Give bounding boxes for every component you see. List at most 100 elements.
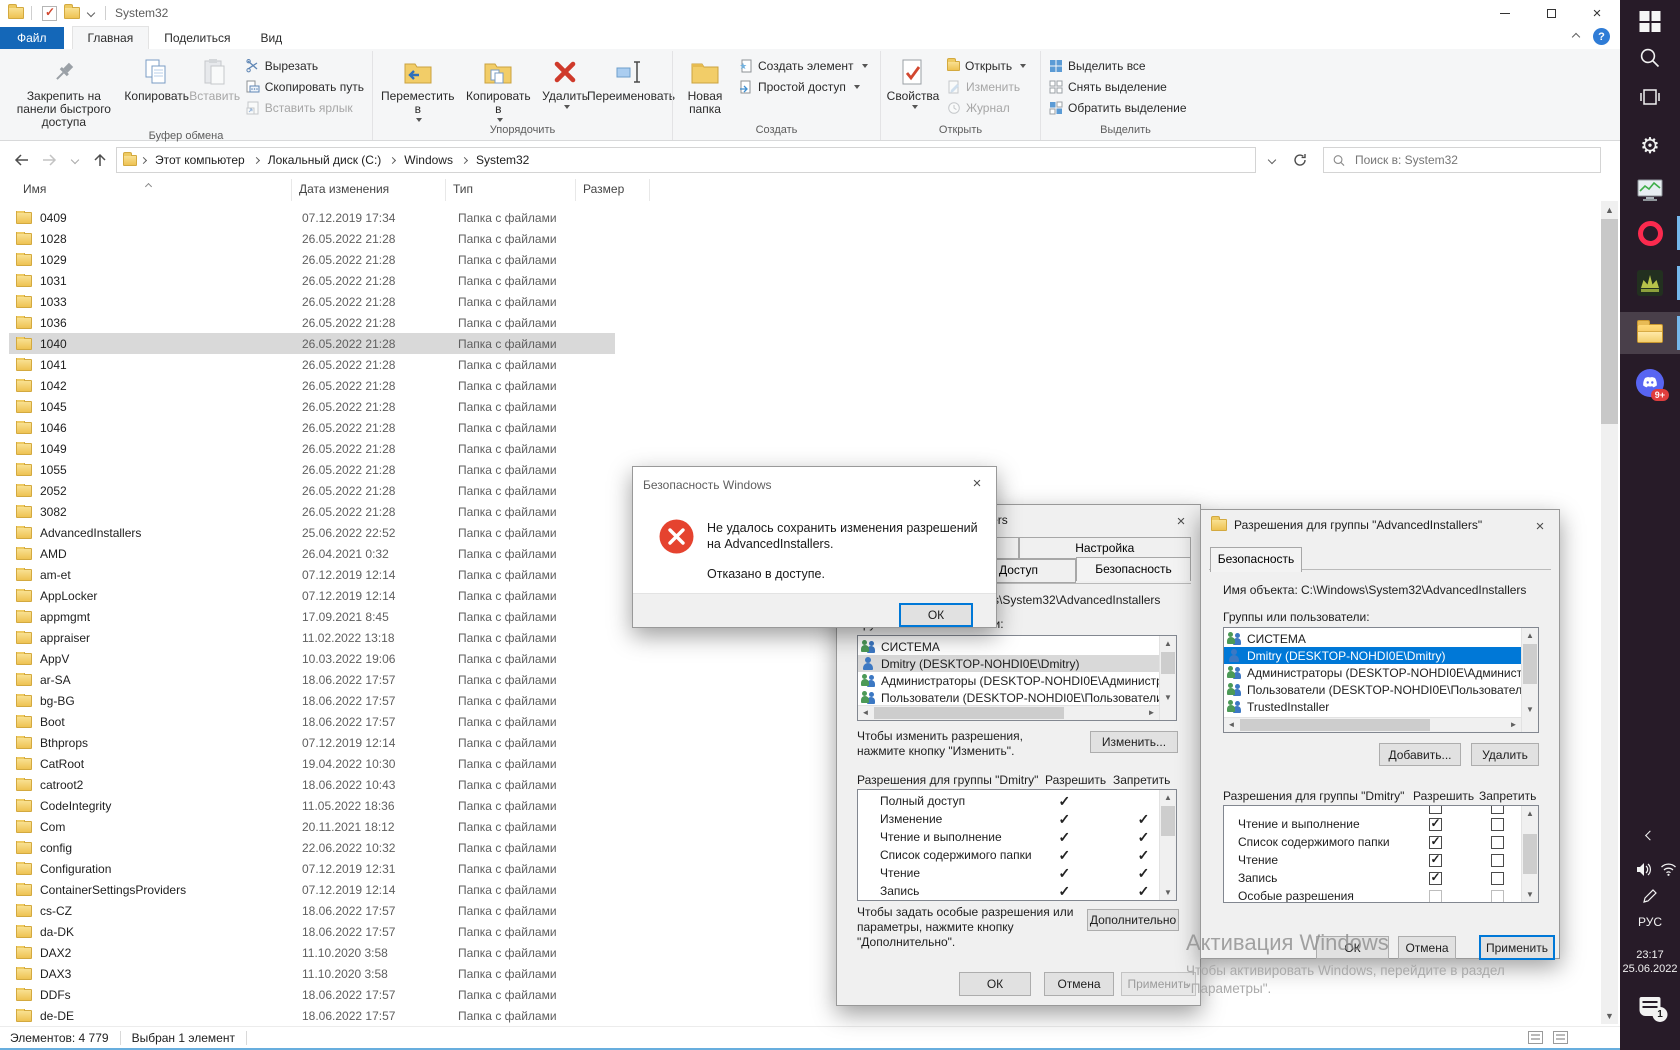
- ok-button[interactable]: ОК: [1316, 936, 1389, 959]
- tab-view[interactable]: Вид: [245, 27, 297, 49]
- invert-selection-button[interactable]: Обратить выделение: [1044, 97, 1192, 118]
- taskbar-app-opera[interactable]: [1620, 212, 1680, 254]
- scroll-right-chevron-icon[interactable]: ►: [1506, 718, 1521, 732]
- scroll-up-chevron-icon[interactable]: ▲: [1522, 628, 1538, 643]
- task-view-icon[interactable]: [1639, 86, 1661, 108]
- new-item-button[interactable]: Создать элемент: [734, 55, 873, 76]
- breadcrumb-chevron-icon[interactable]: [252, 158, 261, 163]
- allow-checkbox[interactable]: [1429, 806, 1442, 814]
- group-list-item[interactable]: TrustedInstaller: [1224, 698, 1538, 715]
- ok-button[interactable]: ОК: [899, 603, 973, 627]
- add-button[interactable]: Добавить...: [1379, 743, 1461, 766]
- qat-new-folder-icon[interactable]: [64, 7, 80, 19]
- file-row[interactable]: 040907.12.2019 17:34Папка с файлами: [9, 207, 615, 228]
- file-row[interactable]: 205226.05.2022 21:28Папка с файлами: [9, 480, 615, 501]
- rename-button[interactable]: Переименовать: [593, 51, 669, 103]
- address-dropdown-chevron-icon[interactable]: [1259, 147, 1284, 173]
- remove-button[interactable]: Удалить: [1471, 743, 1539, 766]
- action-center-icon[interactable]: 1: [1640, 997, 1661, 1016]
- tab-home[interactable]: Главная: [72, 26, 150, 49]
- language-indicator[interactable]: РУС: [1638, 915, 1662, 929]
- scroll-up-chevron-icon[interactable]: ▲: [1522, 806, 1538, 821]
- scrollbar-thumb[interactable]: [1601, 219, 1618, 424]
- ok-button[interactable]: ОК: [959, 972, 1031, 996]
- column-header-type[interactable]: Тип: [446, 179, 576, 201]
- file-row[interactable]: DDFs18.06.2022 17:57Папка с файлами: [9, 984, 615, 1005]
- tab-share[interactable]: Поделиться: [149, 27, 245, 49]
- allow-checkbox[interactable]: [1429, 854, 1442, 867]
- move-to-button[interactable]: Переместить в: [376, 51, 460, 123]
- list-horizontal-scrollbar[interactable]: ◄ ►: [1224, 717, 1521, 732]
- scroll-down-chevron-icon[interactable]: ▼: [1160, 885, 1176, 900]
- close-icon[interactable]: ×: [1531, 517, 1549, 535]
- refresh-icon[interactable]: [1287, 147, 1312, 173]
- scroll-down-chevron-icon[interactable]: ▼: [1160, 690, 1176, 705]
- settings-gear-icon[interactable]: ⚙: [1640, 133, 1660, 159]
- scroll-left-chevron-icon[interactable]: ◄: [858, 706, 873, 720]
- file-row[interactable]: 105526.05.2022 21:28Папка с файлами: [9, 459, 615, 480]
- file-row[interactable]: cs-CZ18.06.2022 17:57Папка с файлами: [9, 900, 615, 921]
- recent-locations-chevron-icon[interactable]: [66, 147, 84, 173]
- taskbar-app-game[interactable]: [1620, 262, 1680, 304]
- breadcrumb-chevron-icon[interactable]: [460, 158, 469, 163]
- group-list-item[interactable]: СИСТЕМА: [1224, 630, 1538, 647]
- breadcrumb-item[interactable]: System32: [469, 153, 536, 167]
- deny-checkbox[interactable]: [1491, 818, 1504, 831]
- cancel-button[interactable]: Отмена: [1398, 936, 1456, 959]
- system-monitor-app-icon[interactable]: [1637, 178, 1663, 202]
- list-horizontal-scrollbar[interactable]: ◄ ►: [858, 705, 1159, 720]
- list-vertical-scrollbar[interactable]: ▲ ▼: [1521, 628, 1538, 732]
- cancel-button[interactable]: Отмена: [1044, 972, 1114, 996]
- group-list-item[interactable]: Пользователи (DESKTOP-NOHDI0E\Пользовате…: [1224, 681, 1538, 698]
- scrollbar-thumb[interactable]: [1523, 644, 1537, 684]
- group-list-item[interactable]: Администраторы (DESKTOP-NOHDI0E\Админист…: [1224, 664, 1538, 681]
- file-row[interactable]: 104526.05.2022 21:28Папка с файлами: [9, 396, 615, 417]
- scroll-right-chevron-icon[interactable]: ►: [1144, 706, 1159, 720]
- copy-button[interactable]: Копировать: [125, 51, 189, 103]
- maximize-button[interactable]: [1528, 0, 1574, 26]
- file-row[interactable]: DAX311.10.2020 3:58Папка с файлами: [9, 963, 615, 984]
- file-row[interactable]: CodeIntegrity11.05.2022 18:36Папка с фай…: [9, 795, 615, 816]
- group-list-item[interactable]: СИСТЕМА: [858, 638, 1176, 655]
- close-icon[interactable]: ×: [1172, 512, 1190, 530]
- back-button[interactable]: [8, 147, 34, 173]
- details-view-icon[interactable]: [1528, 1031, 1543, 1044]
- breadcrumb-chevron-icon[interactable]: [139, 158, 148, 163]
- start-button[interactable]: [1640, 11, 1661, 32]
- delete-button[interactable]: Удалить: [537, 51, 593, 110]
- deny-checkbox[interactable]: [1491, 854, 1504, 867]
- file-row[interactable]: AppLocker07.12.2019 12:14Папка с файлами: [9, 585, 615, 606]
- scroll-up-chevron-icon[interactable]: ▲: [1160, 790, 1176, 805]
- tab-security[interactable]: Безопасность: [1076, 557, 1191, 581]
- file-row[interactable]: AppV10.03.2022 19:06Папка с файлами: [9, 648, 615, 669]
- file-row[interactable]: AMD26.04.2021 0:32Папка с файлами: [9, 543, 615, 564]
- close-icon[interactable]: ×: [968, 474, 986, 492]
- group-list-item[interactable]: Dmitry (DESKTOP-NOHDI0E\Dmitry): [1224, 647, 1538, 664]
- advanced-button[interactable]: Дополнительно: [1087, 909, 1179, 931]
- file-row[interactable]: da-DK18.06.2022 17:57Папка с файлами: [9, 921, 615, 942]
- file-row[interactable]: Boot18.06.2022 17:57Папка с файлами: [9, 711, 615, 732]
- taskbar-search-icon[interactable]: [1639, 47, 1661, 69]
- file-row[interactable]: ar-SA18.06.2022 17:57Папка с файлами: [9, 669, 615, 690]
- list-vertical-scrollbar[interactable]: ▲ ▼: [1159, 790, 1176, 900]
- allow-checkbox[interactable]: [1429, 818, 1442, 831]
- file-row[interactable]: Configuration07.12.2019 12:31Папка с фай…: [9, 858, 615, 879]
- apply-button[interactable]: Применить: [1479, 935, 1555, 960]
- file-row[interactable]: Com20.11.2021 18:12Папка с файлами: [9, 816, 615, 837]
- select-none-button[interactable]: Снять выделение: [1044, 76, 1192, 97]
- qat-properties-icon[interactable]: [42, 6, 57, 21]
- volume-icon[interactable]: [1636, 862, 1653, 877]
- scroll-up-chevron-icon[interactable]: ▲: [1160, 636, 1176, 651]
- list-vertical-scrollbar[interactable]: ▲ ▼: [1159, 636, 1176, 720]
- file-row[interactable]: 104226.05.2022 21:28Папка с файлами: [9, 375, 615, 396]
- column-header-name[interactable]: Имя: [16, 179, 292, 201]
- properties-button[interactable]: Свойства: [884, 51, 942, 110]
- list-vertical-scrollbar[interactable]: ▲ ▼: [1521, 806, 1538, 902]
- tab-security[interactable]: Безопасность: [1210, 547, 1302, 572]
- file-row[interactable]: appraiser11.02.2022 13:18Папка с файлами: [9, 627, 615, 648]
- file-row[interactable]: DAX211.10.2020 3:58Папка с файлами: [9, 942, 615, 963]
- file-row[interactable]: 104926.05.2022 21:28Папка с файлами: [9, 438, 615, 459]
- open-button[interactable]: Открыть: [942, 55, 1031, 76]
- file-row[interactable]: ContainerSettingsProviders07.12.2019 12:…: [9, 879, 615, 900]
- group-list-item[interactable]: Администраторы (DESKTOP-NOHDI0E\Админист…: [858, 672, 1176, 689]
